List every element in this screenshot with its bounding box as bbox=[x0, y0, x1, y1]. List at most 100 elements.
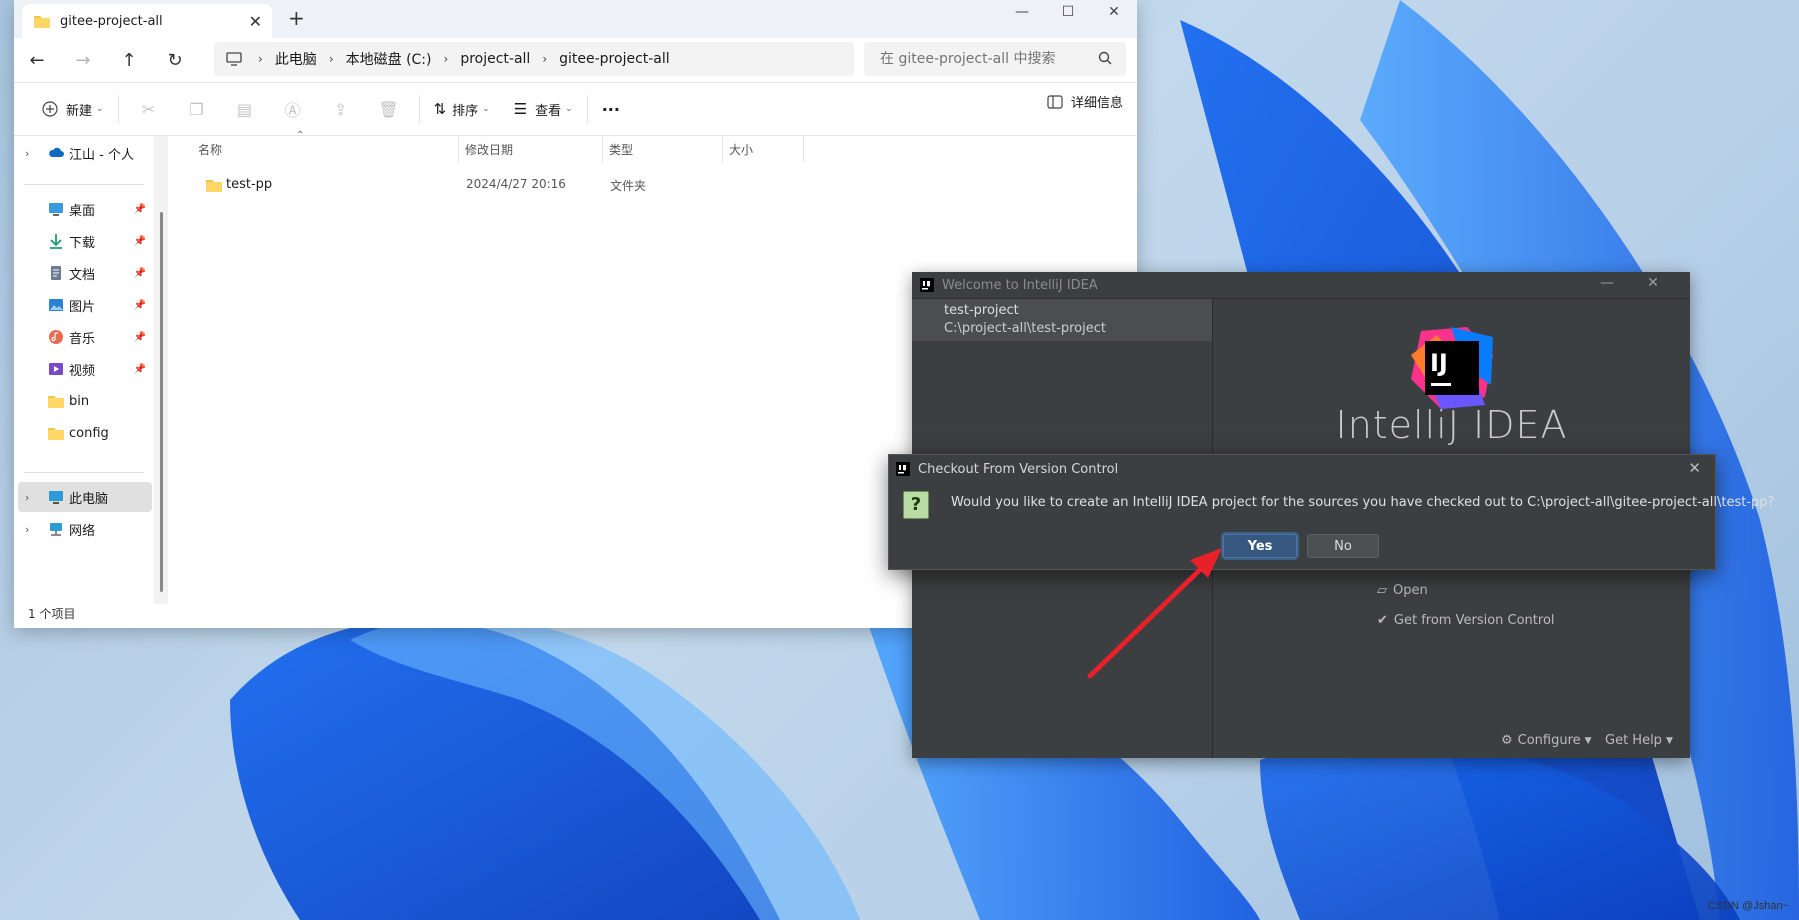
get-help-menu[interactable]: Get Help ▼ bbox=[1605, 733, 1673, 748]
open-action[interactable]: ▱ Open bbox=[1377, 583, 1428, 598]
breadcrumb-item[interactable]: gitee-project-all bbox=[559, 51, 670, 67]
chevron-down-icon: ⌄ bbox=[482, 104, 490, 114]
chevron-right-icon: › bbox=[328, 52, 334, 66]
sidebar-item-music[interactable]: 音乐 📌 bbox=[14, 322, 152, 352]
product-name: IntelliJ IDEA bbox=[1335, 403, 1568, 447]
minimize-button[interactable]: — bbox=[1584, 275, 1630, 291]
toolbar-divider bbox=[117, 95, 119, 123]
refresh-button[interactable]: ↻ bbox=[152, 42, 198, 78]
explorer-tab[interactable]: gitee-project-all ✕ bbox=[22, 4, 272, 38]
picture-icon bbox=[49, 299, 63, 311]
details-pane-button[interactable]: 详细信息 bbox=[1047, 92, 1123, 111]
new-button-label: 新建 bbox=[66, 103, 93, 119]
close-button[interactable]: ✕ bbox=[1630, 275, 1676, 291]
copy-button[interactable]: ❐ bbox=[173, 92, 221, 126]
recent-project-name: test-project bbox=[944, 303, 1019, 318]
forward-button[interactable]: → bbox=[60, 42, 106, 78]
dialog-message: Would you like to create an IntelliJ IDE… bbox=[951, 495, 1775, 510]
sidebar-item-config[interactable]: config bbox=[14, 418, 152, 448]
breadcrumb-item[interactable]: 此电脑 bbox=[275, 49, 317, 69]
more-options-button[interactable]: ··· bbox=[594, 92, 628, 126]
sort-button[interactable]: ⇅ 排序 ⌄ bbox=[426, 92, 498, 126]
get-from-vcs-action[interactable]: ✔ Get from Version Control bbox=[1377, 613, 1555, 628]
sidebar-item-label: 网络 bbox=[69, 523, 96, 539]
new-tab-button[interactable]: + bbox=[288, 8, 305, 28]
rename-button[interactable]: Ⓐ bbox=[269, 92, 317, 126]
maximize-button[interactable]: ☐ bbox=[1045, 0, 1091, 24]
configure-label: Configure bbox=[1517, 733, 1581, 748]
cut-button[interactable]: ✂ bbox=[125, 92, 173, 126]
sidebar-item-bin[interactable]: bin bbox=[14, 386, 152, 416]
navigation-pane: › 江山 - 个人 桌面 📌 下载 📌 文档 📌 图片 📌 音乐 📌 视频 📌 … bbox=[14, 136, 164, 604]
yes-button[interactable]: Yes bbox=[1223, 534, 1297, 558]
sidebar-item-documents[interactable]: 文档 📌 bbox=[14, 258, 152, 288]
sidebar-item-onedrive[interactable]: › 江山 - 个人 bbox=[14, 138, 152, 168]
sidebar-item-label: 图片 bbox=[69, 299, 96, 315]
folder-open-icon: ▱ bbox=[1377, 583, 1387, 598]
up-button[interactable]: ↑ bbox=[106, 42, 152, 78]
cloud-icon bbox=[49, 147, 64, 157]
chevron-down-icon: ⌄ bbox=[565, 104, 573, 114]
sidebar-divider bbox=[24, 184, 144, 185]
sidebar-item-this-pc[interactable]: › 此电脑 bbox=[18, 482, 152, 512]
chevron-right-icon: › bbox=[25, 522, 30, 536]
details-pane-label: 详细信息 bbox=[1070, 96, 1123, 111]
sidebar-scrollbar[interactable] bbox=[160, 212, 163, 592]
details-pane-icon bbox=[1047, 94, 1063, 109]
sort-icon: ⇅ bbox=[433, 100, 447, 118]
breadcrumb-item[interactable]: project-all bbox=[460, 51, 530, 67]
video-icon bbox=[49, 363, 63, 375]
address-bar[interactable]: › 此电脑 › 本地磁盘 (C:) › project-all › gitee-… bbox=[214, 42, 854, 76]
back-button[interactable]: ← bbox=[14, 42, 60, 78]
refresh-icon: ↻ bbox=[167, 49, 183, 71]
configure-menu[interactable]: ⚙ Configure ▼ bbox=[1501, 733, 1592, 748]
scissors-icon: ✂ bbox=[141, 99, 156, 119]
no-button[interactable]: No bbox=[1307, 534, 1379, 558]
sidebar-item-label: 桌面 bbox=[69, 203, 96, 219]
paste-button[interactable]: ▤ bbox=[221, 92, 269, 126]
vcs-check-icon: ✔ bbox=[1377, 613, 1388, 628]
delete-button[interactable]: 🗑 bbox=[365, 92, 413, 126]
sidebar-item-downloads[interactable]: 下载 📌 bbox=[14, 226, 152, 256]
copy-icon: ❐ bbox=[189, 99, 204, 119]
file-type: 文件夹 bbox=[610, 179, 647, 193]
intellij-window-controls: — ✕ bbox=[1584, 275, 1676, 291]
recent-project-item[interactable]: test-project C:\project-all\test-project bbox=[912, 299, 1212, 341]
chevron-right-icon: › bbox=[25, 490, 30, 504]
column-header-name[interactable]: 名称 ⌃ bbox=[168, 130, 459, 162]
new-button[interactable]: 新建 ⌄ bbox=[34, 92, 112, 126]
tab-close-icon[interactable]: ✕ bbox=[249, 12, 262, 31]
column-header-modified[interactable]: 修改日期 bbox=[459, 136, 603, 162]
sidebar-item-label: 下载 bbox=[69, 235, 96, 251]
sidebar-item-pictures[interactable]: 图片 📌 bbox=[14, 290, 152, 320]
window-controls: — ☐ ✕ bbox=[999, 0, 1137, 24]
breadcrumb-item[interactable]: 本地磁盘 (C:) bbox=[346, 49, 432, 69]
intellij-product-logo: IJ bbox=[1411, 327, 1493, 409]
sidebar-item-label: 文档 bbox=[69, 267, 96, 283]
arrow-right-icon: → bbox=[75, 49, 91, 71]
pin-icon: 📌 bbox=[133, 363, 146, 375]
close-button[interactable]: ✕ bbox=[1091, 0, 1137, 24]
minimize-button[interactable]: — bbox=[999, 0, 1045, 24]
pin-icon: 📌 bbox=[133, 267, 146, 279]
view-button[interactable]: ☰ 查看 ⌄ bbox=[506, 92, 581, 126]
pin-icon: 📌 bbox=[133, 299, 146, 311]
explorer-titlebar: gitee-project-all ✕ + — ☐ ✕ bbox=[14, 0, 1137, 38]
share-button[interactable]: ⇪ bbox=[317, 92, 365, 126]
search-input[interactable] bbox=[878, 50, 1092, 68]
column-header-size[interactable]: 大小 bbox=[723, 136, 804, 162]
sidebar-item-videos[interactable]: 视频 📌 bbox=[14, 354, 152, 384]
sidebar-item-desktop[interactable]: 桌面 📌 bbox=[14, 194, 152, 224]
sidebar-item-label: 视频 bbox=[69, 363, 96, 379]
column-header-type[interactable]: 类型 bbox=[603, 136, 723, 162]
music-icon bbox=[49, 330, 63, 344]
column-header-label: 名称 bbox=[198, 142, 223, 157]
search-box bbox=[864, 42, 1126, 76]
sidebar-item-network[interactable]: › 网络 bbox=[14, 514, 152, 544]
pin-icon: 📌 bbox=[133, 235, 146, 247]
status-bar: 1 个项目 bbox=[28, 607, 76, 621]
dialog-close-icon[interactable]: ✕ bbox=[1688, 459, 1701, 477]
rename-icon: Ⓐ bbox=[284, 101, 301, 120]
file-row[interactable]: test-pp 2024/4/27 20:16 文件夹 bbox=[168, 170, 1137, 200]
folder-icon bbox=[48, 396, 64, 408]
